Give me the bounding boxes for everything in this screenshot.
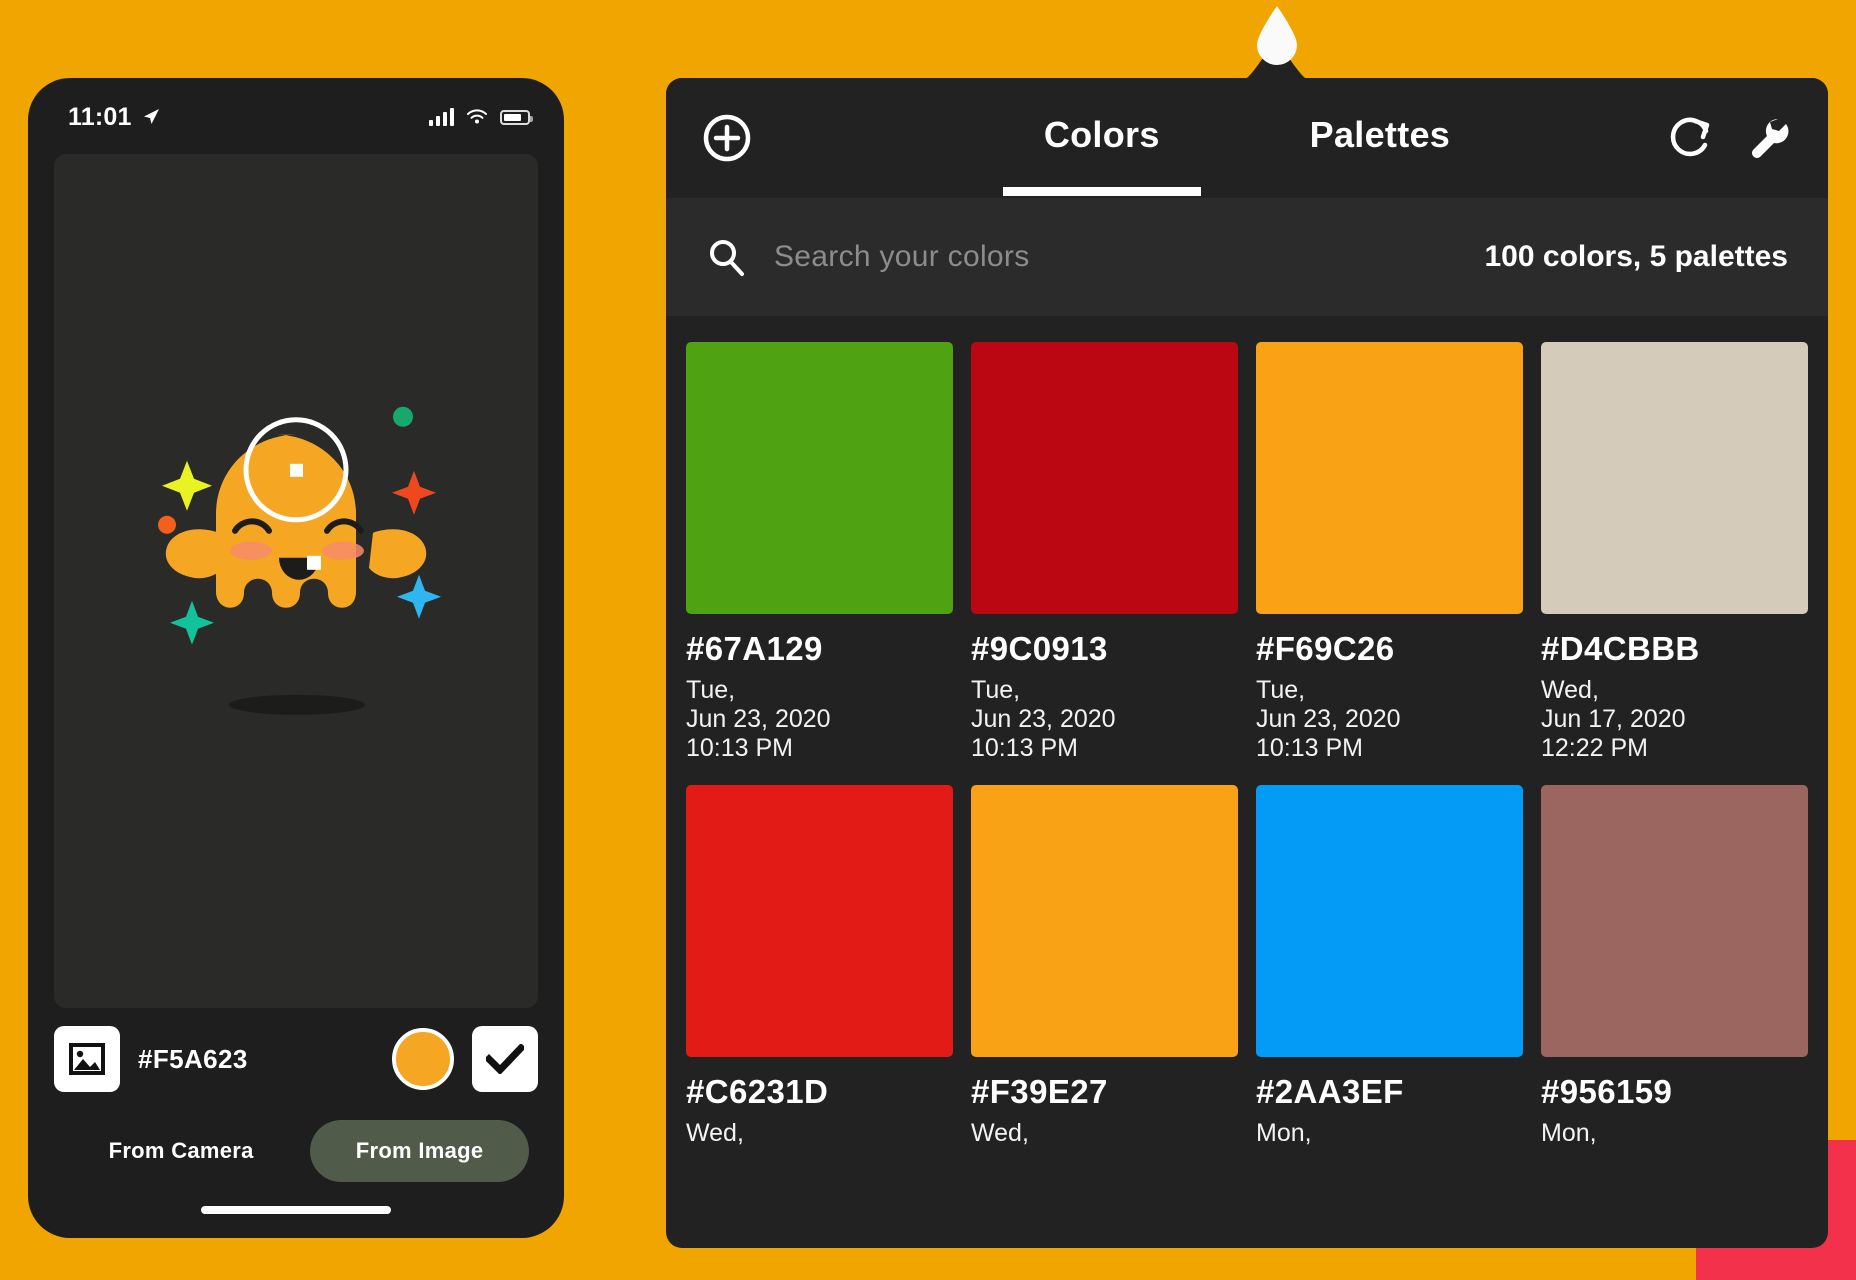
color-hex: #F69C26 (1256, 630, 1395, 667)
home-indicator-area (28, 1182, 564, 1238)
tab-colors[interactable]: Colors (1044, 114, 1160, 162)
octopus-mascot-illustration (131, 403, 461, 733)
search-input[interactable]: Search your colors (774, 240, 1030, 274)
color-hex: #F39E27 (971, 1073, 1108, 1110)
confirm-button[interactable] (472, 1026, 538, 1092)
color-pick-controls: #F5A623 (28, 1008, 564, 1092)
color-hex: #C6231D (686, 1073, 829, 1110)
panel-header-actions (1668, 115, 1792, 161)
color-card[interactable]: #D4CBBB Wed, Jun 17, 2020 12:22 PM (1541, 342, 1808, 763)
source-toggle-group: From Camera From Image (28, 1092, 564, 1182)
phone-status-bar: 11:01 (28, 78, 564, 140)
search-bar[interactable]: Search your colors 100 colors, 5 palette… (666, 198, 1828, 316)
picked-color-swatch[interactable] (392, 1028, 454, 1090)
color-hex: #2AA3EF (1256, 1073, 1404, 1110)
color-swatch[interactable] (1541, 785, 1808, 1057)
color-hex: #956159 (1541, 1073, 1673, 1110)
colors-panel: Colors Palettes Search your colors 100 c… (666, 78, 1828, 1248)
color-swatch[interactable] (971, 785, 1238, 1057)
color-hex: #67A129 (686, 630, 823, 667)
from-image-button[interactable]: From Image (309, 1120, 530, 1182)
color-swatch[interactable] (1256, 785, 1523, 1057)
image-picker-icon (69, 1043, 105, 1075)
collection-counts: 100 colors, 5 palettes (1484, 240, 1789, 273)
color-swatch[interactable] (686, 785, 953, 1057)
status-time-group: 11:01 (68, 103, 161, 132)
color-card[interactable]: #F69C26 Tue, Jun 23, 2020 10:13 PM (1256, 342, 1523, 763)
refresh-button[interactable] (1668, 115, 1714, 161)
battery-icon (500, 109, 533, 125)
wrench-icon (1752, 118, 1789, 158)
color-swatch[interactable] (1541, 342, 1808, 614)
phone-mockup: 11:01 #F5A623 From Camera From Image (28, 78, 564, 1238)
color-date: Wed, (971, 1119, 1029, 1147)
refresh-icon (1670, 117, 1710, 157)
add-color-button[interactable] (702, 113, 752, 163)
color-date: Tue, Jun 23, 2020 10:13 PM (1256, 676, 1401, 762)
color-hex: #9C0913 (971, 630, 1108, 667)
colors-grid: #67A129 Tue, Jun 23, 2020 10:13 PM #9C09… (666, 316, 1828, 1148)
image-picker-button[interactable] (54, 1026, 120, 1092)
cellular-signal-icon (429, 108, 454, 126)
color-card[interactable]: #9C0913 Tue, Jun 23, 2020 10:13 PM (971, 342, 1238, 763)
color-card[interactable]: #956159 Mon, (1541, 785, 1808, 1148)
color-swatch[interactable] (686, 342, 953, 614)
picked-hex-value: #F5A623 (138, 1043, 248, 1074)
color-date: Tue, Jun 23, 2020 10:13 PM (971, 676, 1116, 762)
color-date: Wed, Jun 17, 2020 12:22 PM (1541, 676, 1686, 762)
location-arrow-icon (143, 109, 159, 124)
color-date: Wed, (686, 1119, 744, 1147)
color-date: Mon, (1256, 1119, 1312, 1147)
color-card[interactable]: #2AA3EF Mon, (1256, 785, 1523, 1148)
wifi-icon (467, 109, 487, 124)
color-date: Mon, (1541, 1119, 1597, 1147)
tab-palettes[interactable]: Palettes (1310, 114, 1450, 162)
color-card[interactable]: #67A129 Tue, Jun 23, 2020 10:13 PM (686, 342, 953, 763)
checkmark-icon (486, 1044, 524, 1074)
color-date: Tue, Jun 23, 2020 10:13 PM (686, 676, 831, 762)
search-icon (710, 240, 744, 276)
status-indicators (429, 108, 533, 126)
color-swatch[interactable] (971, 342, 1238, 614)
home-indicator[interactable] (201, 1206, 391, 1214)
status-time: 11:01 (68, 102, 132, 131)
screenshot-root: 11:01 #F5A623 From Camera From Image Col… (0, 0, 1856, 1280)
panel-header: Colors Palettes (666, 78, 1828, 198)
color-swatch[interactable] (1256, 342, 1523, 614)
settings-button[interactable] (1746, 115, 1792, 161)
panel-tabs: Colors Palettes (666, 78, 1828, 198)
color-card[interactable]: #C6231D Wed, (686, 785, 953, 1148)
water-drop-icon (1257, 6, 1297, 65)
color-card[interactable]: #F39E27 Wed, (971, 785, 1238, 1148)
plus-circle-icon (703, 114, 751, 162)
image-preview-area[interactable] (54, 154, 538, 1008)
from-camera-button[interactable]: From Camera (63, 1120, 300, 1182)
color-hex: #D4CBBB (1541, 630, 1700, 667)
